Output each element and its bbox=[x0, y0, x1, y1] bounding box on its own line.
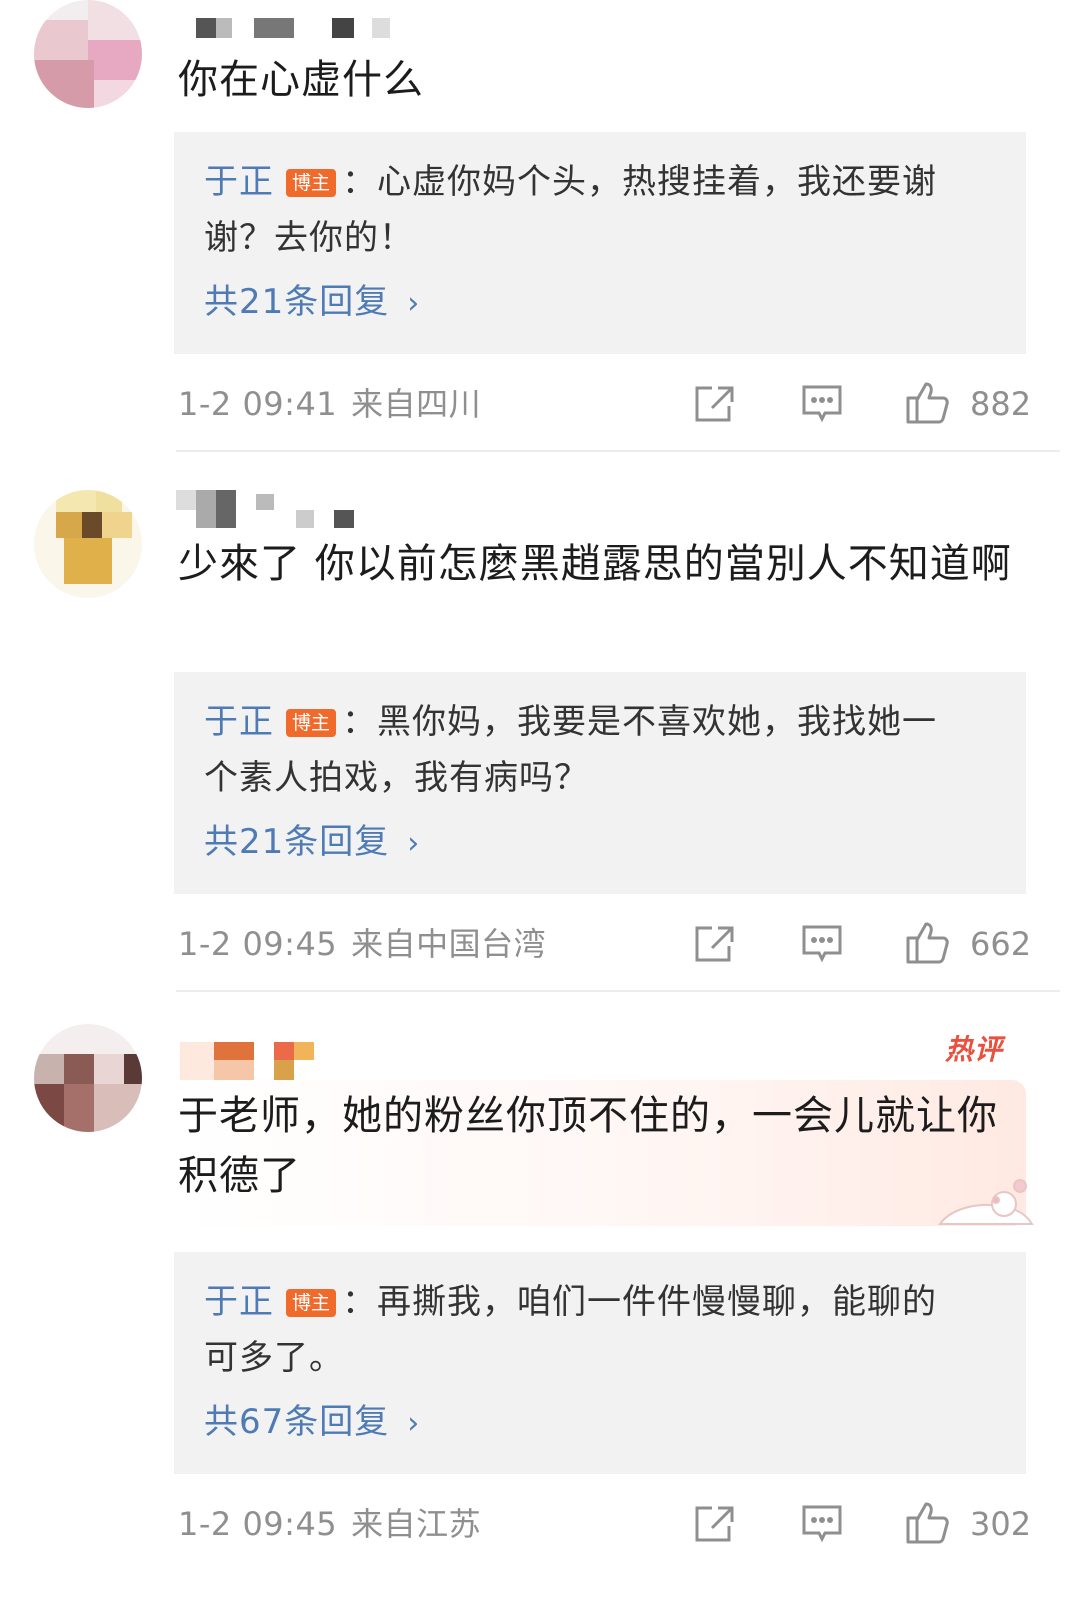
timestamp: 1-2 09:45 bbox=[178, 1505, 338, 1543]
comment-meta: 1-2 09:45 来自江苏 bbox=[178, 1504, 481, 1544]
comment-text: 于老师，她的粉丝你顶不住的，一会儿就让你积德了 bbox=[178, 1093, 998, 1199]
thumbs-up-icon[interactable] bbox=[904, 920, 952, 964]
reply-box[interactable]: 于正 博主 ：再撕我，咱们一件件慢慢聊，能聊的可多了。 共67条回复 › bbox=[174, 1252, 1026, 1474]
like-count: 882 bbox=[970, 385, 1032, 423]
divider bbox=[176, 990, 1060, 992]
author-badge: 博主 bbox=[286, 709, 337, 737]
comment-icon[interactable] bbox=[801, 1504, 843, 1544]
repost-icon[interactable] bbox=[692, 924, 736, 964]
chevron-right-icon: › bbox=[407, 286, 421, 321]
avatar[interactable] bbox=[34, 0, 142, 108]
more-replies-label: 共21条回复 bbox=[204, 282, 390, 322]
comment-text: 少來了 你以前怎麼黑趙露思的當別人不知道啊 bbox=[178, 541, 1012, 587]
chevron-right-icon: › bbox=[407, 826, 421, 861]
location: 来自江苏 bbox=[351, 1505, 482, 1543]
location: 来自中国台湾 bbox=[351, 925, 547, 963]
comment-meta: 1-2 09:41 来自四川 bbox=[178, 384, 481, 424]
chevron-right-icon: › bbox=[407, 1406, 421, 1441]
thumbs-up-icon[interactable] bbox=[904, 1500, 952, 1544]
comment-meta: 1-2 09:45 来自中国台湾 bbox=[178, 924, 546, 964]
more-replies-link[interactable]: 共21条回复 › bbox=[204, 282, 420, 324]
author-badge: 博主 bbox=[286, 169, 337, 197]
like-count: 662 bbox=[970, 925, 1032, 963]
reply-box[interactable]: 于正 博主 ：心虚你妈个头，热搜挂着，我还要谢谢？去你的！ 共21条回复 › bbox=[174, 132, 1026, 354]
thumbs-up-icon[interactable] bbox=[904, 380, 952, 424]
comment-icon[interactable] bbox=[801, 384, 843, 424]
reply-author[interactable]: 于正 bbox=[204, 1282, 274, 1322]
repost-icon[interactable] bbox=[692, 384, 736, 424]
avatar[interactable] bbox=[34, 1024, 142, 1132]
timestamp: 1-2 09:41 bbox=[178, 385, 338, 423]
repost-icon[interactable] bbox=[692, 1504, 736, 1544]
timestamp: 1-2 09:45 bbox=[178, 925, 338, 963]
more-replies-label: 共21条回复 bbox=[204, 822, 390, 862]
comment-text: 你在心虚什么 bbox=[178, 57, 424, 103]
reply-author[interactable]: 于正 bbox=[204, 162, 274, 202]
location: 来自四川 bbox=[351, 385, 482, 423]
more-replies-label: 共67条回复 bbox=[204, 1402, 390, 1442]
like-count: 302 bbox=[970, 1505, 1032, 1543]
reply-preview: 于正 博主 ：黑你妈，我要是不喜欢她，我找她一个素人拍戏，我有病吗？ bbox=[204, 694, 944, 806]
reply-author[interactable]: 于正 bbox=[204, 702, 274, 742]
more-replies-link[interactable]: 共21条回复 › bbox=[204, 822, 420, 864]
comment-icon[interactable] bbox=[801, 924, 843, 964]
avatar[interactable] bbox=[34, 490, 142, 598]
hot-comment-badge: 热评 bbox=[945, 1033, 1004, 1066]
divider bbox=[176, 450, 1060, 452]
reply-preview: 于正 博主 ：心虚你妈个头，热搜挂着，我还要谢谢？去你的！ bbox=[204, 154, 944, 266]
reply-box[interactable]: 于正 博主 ：黑你妈，我要是不喜欢她，我找她一个素人拍戏，我有病吗？ 共21条回复 › bbox=[174, 672, 1026, 894]
reply-preview: 于正 博主 ：再撕我，咱们一件件慢慢聊，能聊的可多了。 bbox=[204, 1274, 944, 1386]
author-badge: 博主 bbox=[286, 1289, 337, 1317]
more-replies-link[interactable]: 共67条回复 › bbox=[204, 1402, 420, 1444]
